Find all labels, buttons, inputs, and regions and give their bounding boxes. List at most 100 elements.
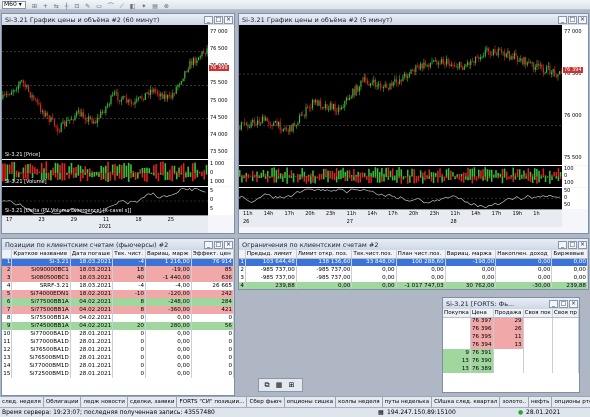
workspace-tab[interactable]: путы неделька — [383, 397, 433, 407]
candle-body — [528, 61, 530, 63]
close-button[interactable]: × — [578, 240, 587, 249]
maximize-button[interactable]: □ — [214, 15, 223, 24]
workspace-tab[interactable]: коллы неделя — [336, 397, 383, 407]
table-row[interactable]: 1 103 644,48 138 136,60 33 848,00 100 288,60… — [239, 258, 588, 266]
volume-bar — [247, 176, 250, 179]
column-header[interactable]: Биржевые — [551, 250, 588, 259]
pvd-chart-area[interactable] — [239, 188, 562, 209]
column-header[interactable]: Накоплен. доход — [495, 250, 553, 259]
window-switcher-icons[interactable]: ⧉ ▦ ⊞ — [258, 378, 303, 392]
table-row[interactable]: 3 -985 737,00 -985 737,00 0,00 0,00 0,00 0,00 0… — [239, 274, 588, 282]
table-row[interactable]: 76 396 26 — [443, 325, 579, 333]
table-row[interactable]: 76 395 11 — [443, 333, 579, 341]
column-header[interactable]: Своя пок — [523, 309, 553, 318]
table-row[interactable]: 8 Si75500BB1A 04.02.2021 0 0,00 0 — [2, 314, 234, 322]
column-header[interactable]: Предыд. лимит — [245, 250, 297, 259]
close-button[interactable]: × — [578, 15, 587, 24]
maximize-button[interactable]: □ — [559, 299, 568, 308]
table-row[interactable]: 7 Si77500BB1A 04.02.2021 8 -360,00 421 — [2, 306, 234, 314]
column-header[interactable]: Краткое название — [11, 250, 71, 259]
column-header[interactable]: Цена — [470, 309, 494, 318]
candle-body — [106, 104, 109, 107]
minimize-button[interactable]: _ — [558, 240, 567, 249]
volume-bar — [359, 176, 362, 183]
table-row[interactable]: 2 Si090000BC1 18.03.2021 18 -19,00 85 — [2, 266, 234, 274]
column-header[interactable]: Тек. чист. — [112, 250, 146, 259]
column-header[interactable]: Вариац. марж — [145, 250, 192, 259]
pvd-chart-area[interactable]: Si-3.21 [Delta (PV Volume Divergence) [k… — [2, 187, 208, 215]
workspace-tab[interactable]: опционы ртс — [552, 397, 590, 407]
volume-bar — [137, 172, 139, 173]
table-row[interactable]: 10 Si77000BA1D 28.01.2021 0 0,00 0 — [2, 330, 234, 338]
table-row[interactable]: 76 397 29 — [443, 317, 579, 325]
table-row[interactable]: 9 Si74500BB1A 04.02.2021 20 280,00 56 — [2, 322, 234, 330]
volume-bar — [24, 173, 27, 179]
close-button[interactable]: × — [224, 240, 233, 249]
workspace-tab[interactable]: золото.. — [500, 397, 529, 407]
table-row[interactable]: 9 76 391 — [443, 349, 579, 357]
table-row[interactable]: 4 SRRF-3.21 18.03.2021 -4 -4,00 26 665 — [2, 282, 234, 290]
orderbook-table[interactable]: Покупка Цена Продажа Своя пок Своя пр 76 397 2… — [443, 309, 579, 373]
workspace-tab[interactable]: сделки, заявки — [128, 397, 178, 407]
column-header[interactable]: План чист.поз. — [396, 250, 446, 259]
maximize-button[interactable]: □ — [568, 240, 577, 249]
table-row[interactable]: 4 239,88 0,00 0,00 -1 017 747,03 30 762,00 -30… — [239, 282, 588, 289]
volume-chart-area[interactable]: Si-3.21 [Volume] — [2, 160, 208, 186]
maximize-button[interactable]: □ — [214, 240, 223, 249]
minimize-button[interactable]: _ — [204, 15, 213, 24]
close-button[interactable]: × — [569, 299, 578, 308]
table-cell: Si76500BM1D — [11, 354, 71, 362]
table-row[interactable]: 6 Si77500BB1A 04.02.2021 8 -248,00 284 — [2, 298, 234, 306]
column-header[interactable]: Дата погаше — [70, 250, 114, 259]
volume-chart-area[interactable] — [239, 166, 562, 187]
table-row[interactable]: 15 Si72500BM1D 28.01.2021 0 0,00 0 — [2, 370, 234, 378]
candle-body — [434, 60, 436, 62]
workspace-tab[interactable]: ледж новости — [81, 397, 128, 407]
column-header[interactable]: Вариац. маржа — [445, 250, 497, 259]
column-header[interactable]: Лимит откр. поз. — [296, 250, 353, 259]
toolbar-icons[interactable]: ⊞ + ⇆ ┼ ⊡ ✎ ▭ ⌒ ⟋ ◧ ✦ ▤ ⊗ — [32, 1, 171, 11]
minimize-button[interactable]: _ — [549, 299, 558, 308]
volume-bar — [143, 173, 146, 182]
table-row[interactable]: 13 76 390 — [443, 357, 579, 365]
column-header[interactable]: Эффект. цен — [191, 250, 234, 259]
volume-bar — [434, 172, 437, 177]
table-row[interactable]: 11 Si77000BA1D 28.01.2021 0 0,00 0 — [2, 338, 234, 346]
table-row[interactable]: 3 Si080500BC1 18.03.2021 40 -1 440,00 636 — [2, 274, 234, 282]
workspace-tab[interactable]: нефть — [529, 397, 553, 407]
minimize-button[interactable]: _ — [558, 15, 567, 24]
table-row[interactable]: 5 Si74000EDN1 18.02.2021 -10 -120,00 242 — [2, 290, 234, 298]
workspace-tab[interactable]: FORTS "СИ" позиции... — [177, 397, 248, 407]
candle-body — [305, 107, 307, 117]
candle-body — [382, 87, 385, 88]
workspace-tab[interactable]: след. неделя — [0, 397, 44, 407]
table-row[interactable]: 2 -985 737,00 -985 737,00 0,00 0,00 0,00 0,00 0… — [239, 266, 588, 274]
table-row[interactable]: 13 Si76500BM1D 28.01.2021 0 0,00 0 — [2, 354, 234, 362]
volume-bar — [348, 176, 351, 179]
table-row[interactable]: 1 Si-3.21 18.03.2021 -4 1 216,00 76 914 — [2, 258, 234, 266]
minimize-button[interactable]: _ — [204, 240, 213, 249]
column-header[interactable]: Покупка — [443, 309, 471, 318]
volume-bar — [391, 176, 394, 181]
table-row[interactable]: 12 Si76500BA1D 28.01.2021 0 0,00 0 — [2, 346, 234, 354]
column-header[interactable]: Тек.чист.поз. — [351, 250, 397, 259]
table-row[interactable]: 76 394 13 — [443, 341, 579, 349]
workspace-tab[interactable]: Облигации — [44, 397, 82, 407]
column-header[interactable]: Своя пр — [552, 309, 579, 318]
workspace-tab[interactable]: опционы сишка — [285, 397, 337, 407]
table-row[interactable]: 13 76 389 — [443, 365, 579, 373]
workspace-tab[interactable]: Сбер фьюч — [247, 397, 285, 407]
timeframe-dropdown[interactable]: M60 ▾ — [2, 1, 26, 9]
volume-bar — [68, 166, 70, 173]
price-chart-area[interactable] — [239, 25, 562, 165]
column-header[interactable] — [2, 250, 13, 259]
close-button[interactable]: × — [224, 15, 233, 24]
positions-table[interactable]: Краткое название Дата погаше Тек. чист. Вар… — [2, 250, 234, 378]
column-header[interactable]: Продажа — [493, 309, 524, 318]
workspace-tab[interactable]: СИшка след. квартал — [432, 397, 501, 407]
price-chart-area[interactable]: Si-3.21 [Price] — [2, 25, 208, 159]
limits-table[interactable]: Предыд. лимит Лимит откр. поз. Тек.чист.по… — [239, 250, 588, 289]
volume-axis: 100 0 100 — [562, 166, 588, 187]
table-row[interactable]: 14 Si77000BM1D 28.01.2021 0 0,00 0 — [2, 362, 234, 370]
maximize-button[interactable]: □ — [568, 15, 577, 24]
